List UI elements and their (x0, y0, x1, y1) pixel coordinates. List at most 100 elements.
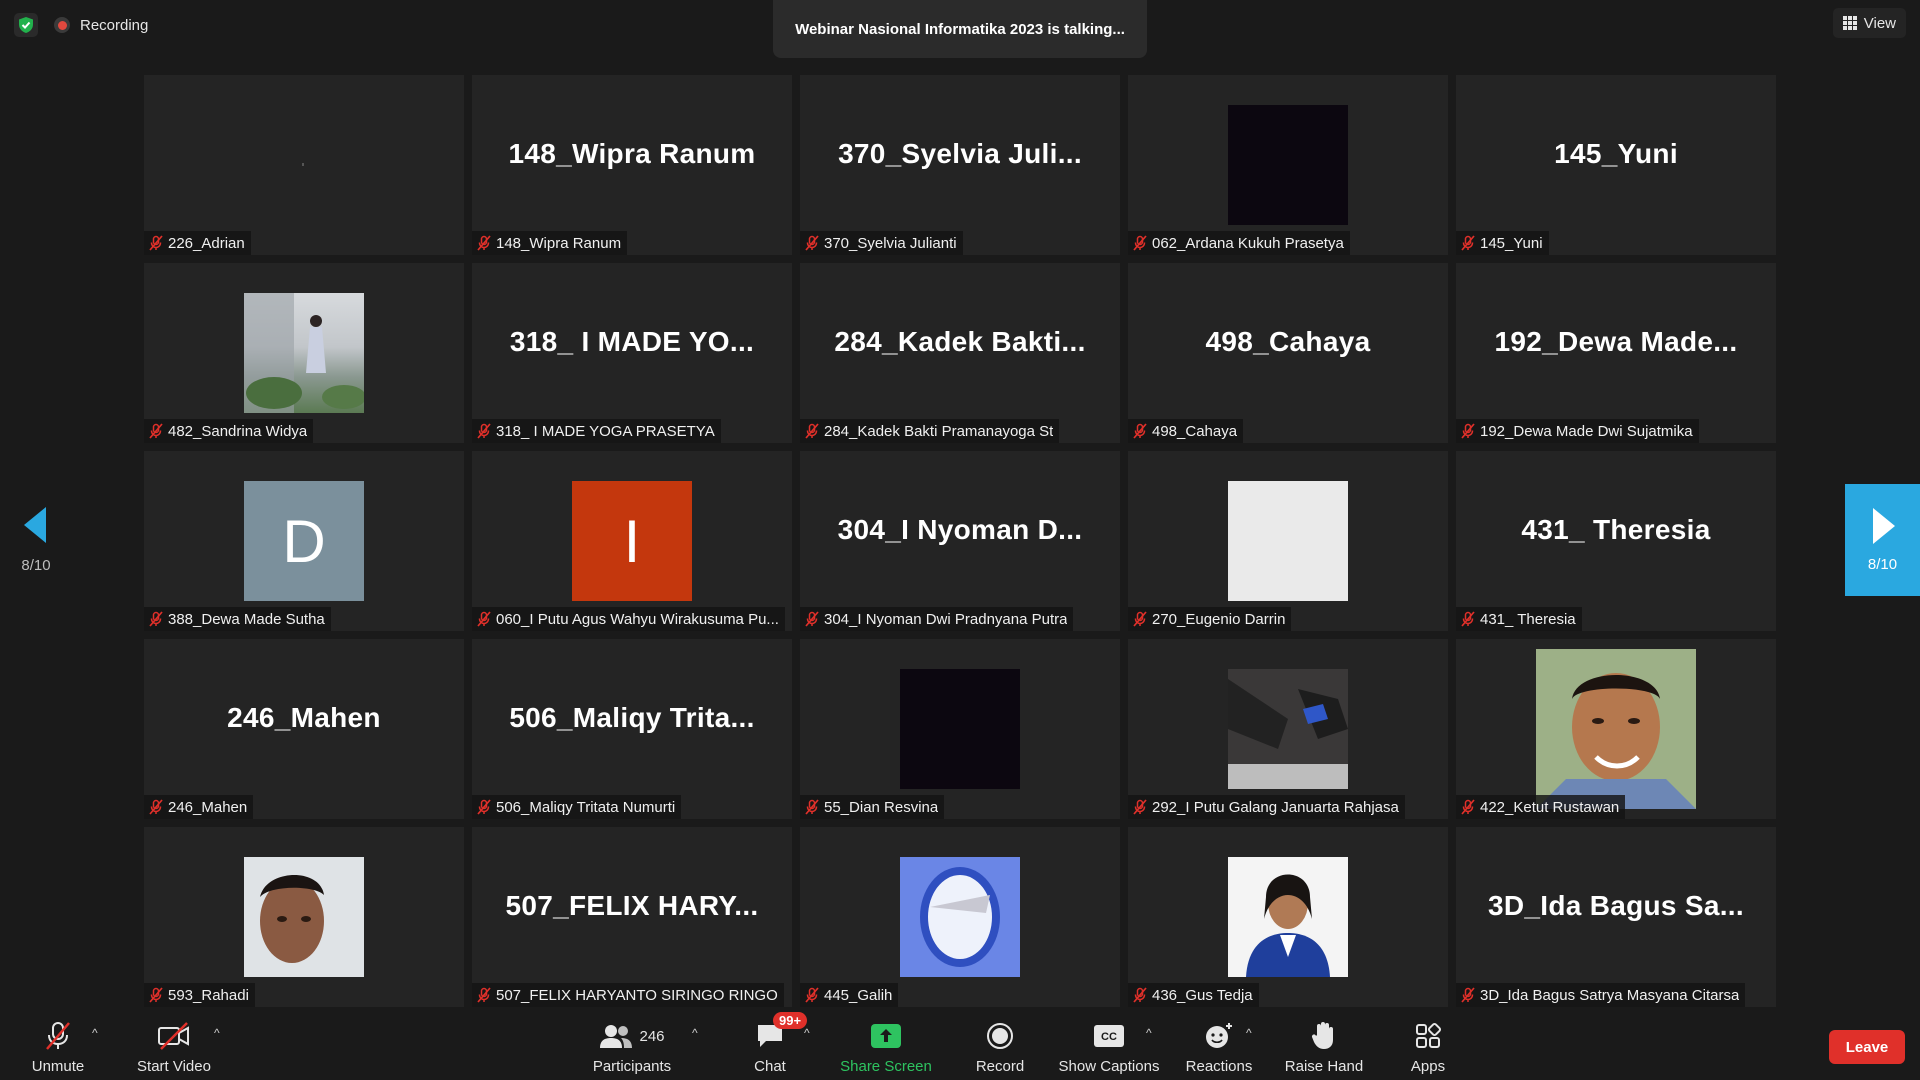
muted-mic-icon (1461, 235, 1475, 251)
page-indicator-right: 8/10 (1867, 555, 1898, 573)
muted-mic-icon (149, 423, 163, 439)
participant-video (900, 669, 1020, 789)
participant-tile[interactable]: 507_FELIX HARY... 507_FELIX HARYANTO SIRI… (472, 827, 792, 1007)
chat-button[interactable]: 99+ Chat (740, 1012, 808, 1078)
view-button[interactable]: View (1832, 8, 1906, 38)
participant-video (244, 293, 364, 413)
participant-tile[interactable]: 593_Rahadi (144, 827, 464, 1007)
participant-name-label: 148_Wipra Ranum (496, 234, 622, 252)
security-shield-icon[interactable] (14, 13, 38, 37)
record-button[interactable]: Record (968, 1018, 1032, 1078)
participant-tile[interactable]: 304_I Nyoman D... 304_I Nyoman Dwi Pradny… (800, 451, 1120, 631)
share-screen-label: Share Screen (840, 1058, 932, 1075)
muted-mic-icon (149, 799, 163, 815)
chat-unread-badge: 99+ (773, 1012, 808, 1029)
view-label: View (1863, 14, 1896, 32)
muted-mic-icon (149, 987, 163, 1003)
audio-options-chevron-up-icon[interactable]: ^ (92, 1026, 98, 1040)
muted-mic-icon (805, 423, 819, 439)
apps-icon (1414, 1018, 1442, 1054)
participant-display-name: 498_Cahaya (1205, 326, 1371, 357)
participant-name-label: 060_I Putu Agus Wahyu Wirakusuma Pu... (496, 610, 779, 628)
participant-name-label: 593_Rahadi (168, 986, 249, 1004)
participant-tile[interactable]: 148_Wipra Ranum 148_Wipra Ranum (472, 75, 792, 255)
participant-name-label: 062_Ardana Kukuh Prasetya (1152, 234, 1344, 252)
participant-tile[interactable]: 318_ I MADE YO... 318_ I MADE YOGA PRASET… (472, 263, 792, 443)
participant-video (1228, 857, 1348, 977)
muted-mic-icon (805, 799, 819, 815)
participants-options-chevron-up-icon[interactable]: ^ (692, 1026, 698, 1040)
video-options-chevron-up-icon[interactable]: ^ (214, 1026, 220, 1040)
participant-name-label: 284_Kadek Bakti Pramanayoga St (824, 422, 1054, 440)
apps-button[interactable]: Apps (1402, 1018, 1454, 1078)
next-page-button[interactable]: 8/10 (1845, 484, 1920, 596)
participant-tile[interactable]: D 388_Dewa Made Sutha (144, 451, 464, 631)
reactions-button[interactable]: Reactions (1184, 1018, 1254, 1078)
participants-count: 246 (639, 1027, 665, 1045)
captions-icon: CC (1093, 1018, 1125, 1054)
participant-video (1228, 481, 1348, 601)
muted-mic-icon (1461, 611, 1475, 627)
participant-gallery-grid: 226_Adrian 148_Wipra Ranum 148_Wipra Ranum… (144, 75, 1776, 1007)
start-video-button[interactable]: Start Video (130, 1018, 218, 1078)
participant-tile[interactable]: 445_Galih (800, 827, 1120, 1007)
participant-tile[interactable]: 431_ Theresia 431_ Theresia (1456, 451, 1776, 631)
muted-mic-icon (1133, 423, 1147, 439)
participant-tile[interactable]: 062_Ardana Kukuh Prasetya (1128, 75, 1448, 255)
reactions-options-chevron-up-icon[interactable]: ^ (1246, 1026, 1252, 1040)
participant-tile[interactable]: 270_Eugenio Darrin (1128, 451, 1448, 631)
previous-page-button[interactable]: 8/10 (0, 484, 72, 596)
participant-video (244, 105, 364, 225)
participant-tile[interactable]: 3D_Ida Bagus Sa... 3D_Ida Bagus Satrya Ma… (1456, 827, 1776, 1007)
muted-mic-icon (477, 423, 491, 439)
participant-tile[interactable]: 370_Syelvia Juli... 370_Syelvia Julianti (800, 75, 1120, 255)
participant-tile[interactable]: 498_Cahaya 498_Cahaya (1128, 263, 1448, 443)
unmute-label: Unmute (31, 1058, 85, 1075)
captions-options-chevron-up-icon[interactable]: ^ (1146, 1026, 1152, 1040)
participant-name-bar: 304_I Nyoman Dwi Pradnyana Putra (800, 607, 1074, 631)
participant-tile[interactable]: 192_Dewa Made... 192_Dewa Made Dwi Sujatm… (1456, 263, 1776, 443)
chat-options-chevron-up-icon[interactable]: ^ (804, 1026, 810, 1040)
participant-video (1228, 669, 1348, 789)
participant-tile[interactable]: I 060_I Putu Agus Wahyu Wirakusuma Pu... (472, 451, 792, 631)
unmute-button[interactable]: Unmute (26, 1018, 90, 1078)
recording-indicator[interactable]: Recording (48, 17, 154, 34)
leave-button[interactable]: Leave (1829, 1030, 1905, 1064)
raise-hand-label: Raise Hand (1284, 1058, 1364, 1075)
share-screen-button[interactable]: Share Screen (836, 1018, 936, 1078)
participant-tile[interactable]: 482_Sandrina Widya (144, 263, 464, 443)
participant-tile[interactable]: 226_Adrian (144, 75, 464, 255)
participant-tile[interactable]: 506_Maliqy Trita... 506_Maliqy Tritata Nu… (472, 639, 792, 819)
participant-display-name: 192_Dewa Made... (1494, 326, 1738, 357)
participant-tile[interactable]: 284_Kadek Bakti... 284_Kadek Bakti Praman… (800, 263, 1120, 443)
participant-tile[interactable]: 436_Gus Tedja (1128, 827, 1448, 1007)
participant-display-name: 3D_Ida Bagus Sa... (1488, 890, 1744, 921)
participant-video (244, 857, 364, 977)
participant-name-bar: 292_I Putu Galang Januarta Rahjasa (1128, 795, 1405, 819)
participant-name-label: 370_Syelvia Julianti (824, 234, 957, 252)
participant-tile[interactable]: 55_Dian Resvina (800, 639, 1120, 819)
participant-name-label: 431_ Theresia (1480, 610, 1576, 628)
muted-mic-icon (149, 235, 163, 251)
participant-tile[interactable]: 246_Mahen 246_Mahen (144, 639, 464, 819)
participant-tile[interactable]: 422_Ketut Rustawan (1456, 639, 1776, 819)
show-captions-button[interactable]: CC Show Captions (1058, 1018, 1160, 1078)
participant-name-bar: 482_Sandrina Widya (144, 419, 314, 443)
participant-name-label: 270_Eugenio Darrin (1152, 610, 1286, 628)
participant-display-name: 148_Wipra Ranum (508, 138, 756, 169)
participants-button[interactable]: 246 Participants (586, 1018, 678, 1078)
raise-hand-icon (1311, 1018, 1337, 1054)
muted-mic-icon (1461, 987, 1475, 1003)
smiley-reaction-icon (1204, 1018, 1234, 1054)
reactions-label: Reactions (1185, 1058, 1253, 1075)
participant-name-label: 304_I Nyoman Dwi Pradnyana Putra (824, 610, 1068, 628)
muted-mic-icon (1133, 799, 1147, 815)
participant-tile[interactable]: 145_Yuni 145_Yuni (1456, 75, 1776, 255)
participant-tile[interactable]: 292_I Putu Galang Januarta Rahjasa (1128, 639, 1448, 819)
participant-name-bar: 498_Cahaya (1128, 419, 1244, 443)
muted-mic-icon (1461, 423, 1475, 439)
show-captions-label: Show Captions (1058, 1058, 1160, 1075)
raise-hand-button[interactable]: Raise Hand (1284, 1018, 1364, 1078)
participant-name-bar: 060_I Putu Agus Wahyu Wirakusuma Pu... (472, 607, 785, 631)
participant-display-name: 304_I Nyoman D... (837, 514, 1083, 545)
